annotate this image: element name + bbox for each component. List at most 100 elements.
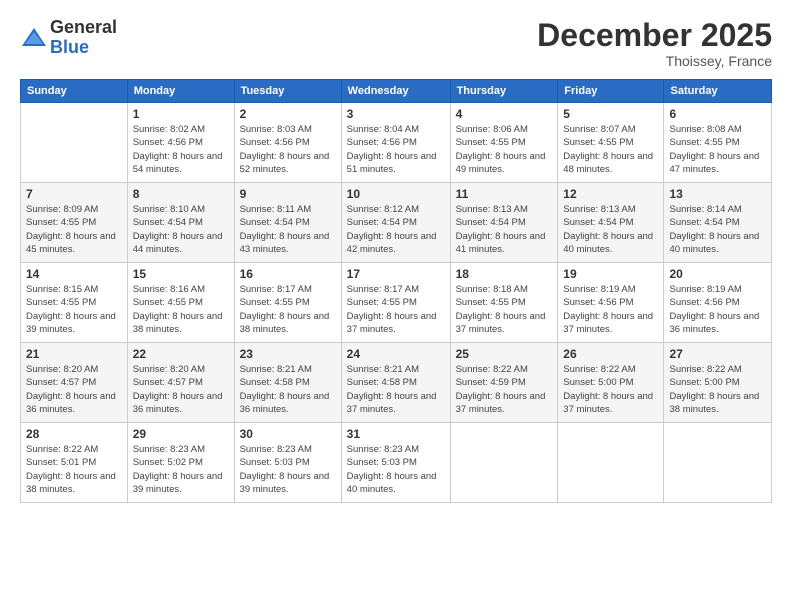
day-info: Sunrise: 8:07 AMSunset: 4:55 PMDaylight:… — [563, 124, 653, 175]
logo: General Blue — [20, 18, 117, 58]
day-cell: 4 Sunrise: 8:06 AMSunset: 4:55 PMDayligh… — [450, 103, 558, 183]
day-cell: 17 Sunrise: 8:17 AMSunset: 4:55 PMDaylig… — [341, 263, 450, 343]
day-number: 31 — [347, 427, 445, 441]
day-info: Sunrise: 8:13 AMSunset: 4:54 PMDaylight:… — [563, 204, 653, 255]
day-number: 9 — [240, 187, 336, 201]
day-cell: 14 Sunrise: 8:15 AMSunset: 4:55 PMDaylig… — [21, 263, 128, 343]
day-number: 13 — [669, 187, 766, 201]
day-number: 2 — [240, 107, 336, 121]
day-cell: 9 Sunrise: 8:11 AMSunset: 4:54 PMDayligh… — [234, 183, 341, 263]
day-info: Sunrise: 8:22 AMSunset: 5:01 PMDaylight:… — [26, 444, 116, 495]
day-number: 29 — [133, 427, 229, 441]
day-info: Sunrise: 8:17 AMSunset: 4:55 PMDaylight:… — [347, 284, 437, 335]
col-monday: Monday — [127, 80, 234, 103]
day-info: Sunrise: 8:13 AMSunset: 4:54 PMDaylight:… — [456, 204, 546, 255]
day-number: 27 — [669, 347, 766, 361]
day-number: 18 — [456, 267, 553, 281]
day-number: 20 — [669, 267, 766, 281]
day-number: 1 — [133, 107, 229, 121]
day-number: 11 — [456, 187, 553, 201]
day-info: Sunrise: 8:21 AMSunset: 4:58 PMDaylight:… — [347, 364, 437, 415]
day-cell: 31 Sunrise: 8:23 AMSunset: 5:03 PMDaylig… — [341, 423, 450, 503]
day-number: 26 — [563, 347, 658, 361]
day-info: Sunrise: 8:21 AMSunset: 4:58 PMDaylight:… — [240, 364, 330, 415]
day-cell: 30 Sunrise: 8:23 AMSunset: 5:03 PMDaylig… — [234, 423, 341, 503]
col-tuesday: Tuesday — [234, 80, 341, 103]
day-number: 28 — [26, 427, 122, 441]
day-cell: 12 Sunrise: 8:13 AMSunset: 4:54 PMDaylig… — [558, 183, 664, 263]
day-info: Sunrise: 8:19 AMSunset: 4:56 PMDaylight:… — [669, 284, 759, 335]
day-number: 30 — [240, 427, 336, 441]
day-cell: 24 Sunrise: 8:21 AMSunset: 4:58 PMDaylig… — [341, 343, 450, 423]
day-cell: 3 Sunrise: 8:04 AMSunset: 4:56 PMDayligh… — [341, 103, 450, 183]
day-cell: 6 Sunrise: 8:08 AMSunset: 4:55 PMDayligh… — [664, 103, 772, 183]
day-cell: 18 Sunrise: 8:18 AMSunset: 4:55 PMDaylig… — [450, 263, 558, 343]
week-row-1: 7 Sunrise: 8:09 AMSunset: 4:55 PMDayligh… — [21, 183, 772, 263]
day-number: 22 — [133, 347, 229, 361]
title-block: December 2025 Thoissey, France — [537, 18, 772, 69]
day-cell: 25 Sunrise: 8:22 AMSunset: 4:59 PMDaylig… — [450, 343, 558, 423]
day-number: 3 — [347, 107, 445, 121]
day-cell: 20 Sunrise: 8:19 AMSunset: 4:56 PMDaylig… — [664, 263, 772, 343]
day-number: 17 — [347, 267, 445, 281]
col-thursday: Thursday — [450, 80, 558, 103]
day-number: 16 — [240, 267, 336, 281]
day-info: Sunrise: 8:02 AMSunset: 4:56 PMDaylight:… — [133, 124, 223, 175]
day-cell: 1 Sunrise: 8:02 AMSunset: 4:56 PMDayligh… — [127, 103, 234, 183]
day-cell: 23 Sunrise: 8:21 AMSunset: 4:58 PMDaylig… — [234, 343, 341, 423]
logo-icon — [20, 24, 48, 52]
col-sunday: Sunday — [21, 80, 128, 103]
day-number: 23 — [240, 347, 336, 361]
week-row-0: 1 Sunrise: 8:02 AMSunset: 4:56 PMDayligh… — [21, 103, 772, 183]
day-cell: 26 Sunrise: 8:22 AMSunset: 5:00 PMDaylig… — [558, 343, 664, 423]
day-number: 15 — [133, 267, 229, 281]
day-number: 4 — [456, 107, 553, 121]
day-number: 10 — [347, 187, 445, 201]
day-info: Sunrise: 8:10 AMSunset: 4:54 PMDaylight:… — [133, 204, 223, 255]
col-friday: Friday — [558, 80, 664, 103]
day-cell — [450, 423, 558, 503]
day-cell: 7 Sunrise: 8:09 AMSunset: 4:55 PMDayligh… — [21, 183, 128, 263]
day-cell: 13 Sunrise: 8:14 AMSunset: 4:54 PMDaylig… — [664, 183, 772, 263]
month-title: December 2025 — [537, 18, 772, 53]
day-info: Sunrise: 8:18 AMSunset: 4:55 PMDaylight:… — [456, 284, 546, 335]
day-info: Sunrise: 8:12 AMSunset: 4:54 PMDaylight:… — [347, 204, 437, 255]
header-row: Sunday Monday Tuesday Wednesday Thursday… — [21, 80, 772, 103]
day-info: Sunrise: 8:04 AMSunset: 4:56 PMDaylight:… — [347, 124, 437, 175]
day-cell: 15 Sunrise: 8:16 AMSunset: 4:55 PMDaylig… — [127, 263, 234, 343]
col-saturday: Saturday — [664, 80, 772, 103]
day-cell — [664, 423, 772, 503]
day-info: Sunrise: 8:09 AMSunset: 4:55 PMDaylight:… — [26, 204, 116, 255]
day-info: Sunrise: 8:20 AMSunset: 4:57 PMDaylight:… — [133, 364, 223, 415]
day-cell: 27 Sunrise: 8:22 AMSunset: 5:00 PMDaylig… — [664, 343, 772, 423]
day-info: Sunrise: 8:23 AMSunset: 5:02 PMDaylight:… — [133, 444, 223, 495]
day-number: 24 — [347, 347, 445, 361]
day-cell — [558, 423, 664, 503]
col-wednesday: Wednesday — [341, 80, 450, 103]
day-number: 25 — [456, 347, 553, 361]
day-cell: 19 Sunrise: 8:19 AMSunset: 4:56 PMDaylig… — [558, 263, 664, 343]
day-info: Sunrise: 8:22 AMSunset: 5:00 PMDaylight:… — [563, 364, 653, 415]
week-row-3: 21 Sunrise: 8:20 AMSunset: 4:57 PMDaylig… — [21, 343, 772, 423]
week-row-2: 14 Sunrise: 8:15 AMSunset: 4:55 PMDaylig… — [21, 263, 772, 343]
day-number: 12 — [563, 187, 658, 201]
header: General Blue December 2025 Thoissey, Fra… — [20, 18, 772, 69]
day-info: Sunrise: 8:06 AMSunset: 4:55 PMDaylight:… — [456, 124, 546, 175]
day-info: Sunrise: 8:22 AMSunset: 5:00 PMDaylight:… — [669, 364, 759, 415]
day-cell: 5 Sunrise: 8:07 AMSunset: 4:55 PMDayligh… — [558, 103, 664, 183]
day-cell: 16 Sunrise: 8:17 AMSunset: 4:55 PMDaylig… — [234, 263, 341, 343]
day-cell: 21 Sunrise: 8:20 AMSunset: 4:57 PMDaylig… — [21, 343, 128, 423]
day-number: 6 — [669, 107, 766, 121]
logo-general: General — [50, 17, 117, 37]
day-info: Sunrise: 8:23 AMSunset: 5:03 PMDaylight:… — [240, 444, 330, 495]
day-number: 21 — [26, 347, 122, 361]
day-info: Sunrise: 8:19 AMSunset: 4:56 PMDaylight:… — [563, 284, 653, 335]
day-number: 14 — [26, 267, 122, 281]
week-row-4: 28 Sunrise: 8:22 AMSunset: 5:01 PMDaylig… — [21, 423, 772, 503]
day-info: Sunrise: 8:22 AMSunset: 4:59 PMDaylight:… — [456, 364, 546, 415]
day-number: 8 — [133, 187, 229, 201]
day-info: Sunrise: 8:03 AMSunset: 4:56 PMDaylight:… — [240, 124, 330, 175]
day-info: Sunrise: 8:08 AMSunset: 4:55 PMDaylight:… — [669, 124, 759, 175]
logo-text: General Blue — [50, 18, 117, 58]
day-cell: 8 Sunrise: 8:10 AMSunset: 4:54 PMDayligh… — [127, 183, 234, 263]
